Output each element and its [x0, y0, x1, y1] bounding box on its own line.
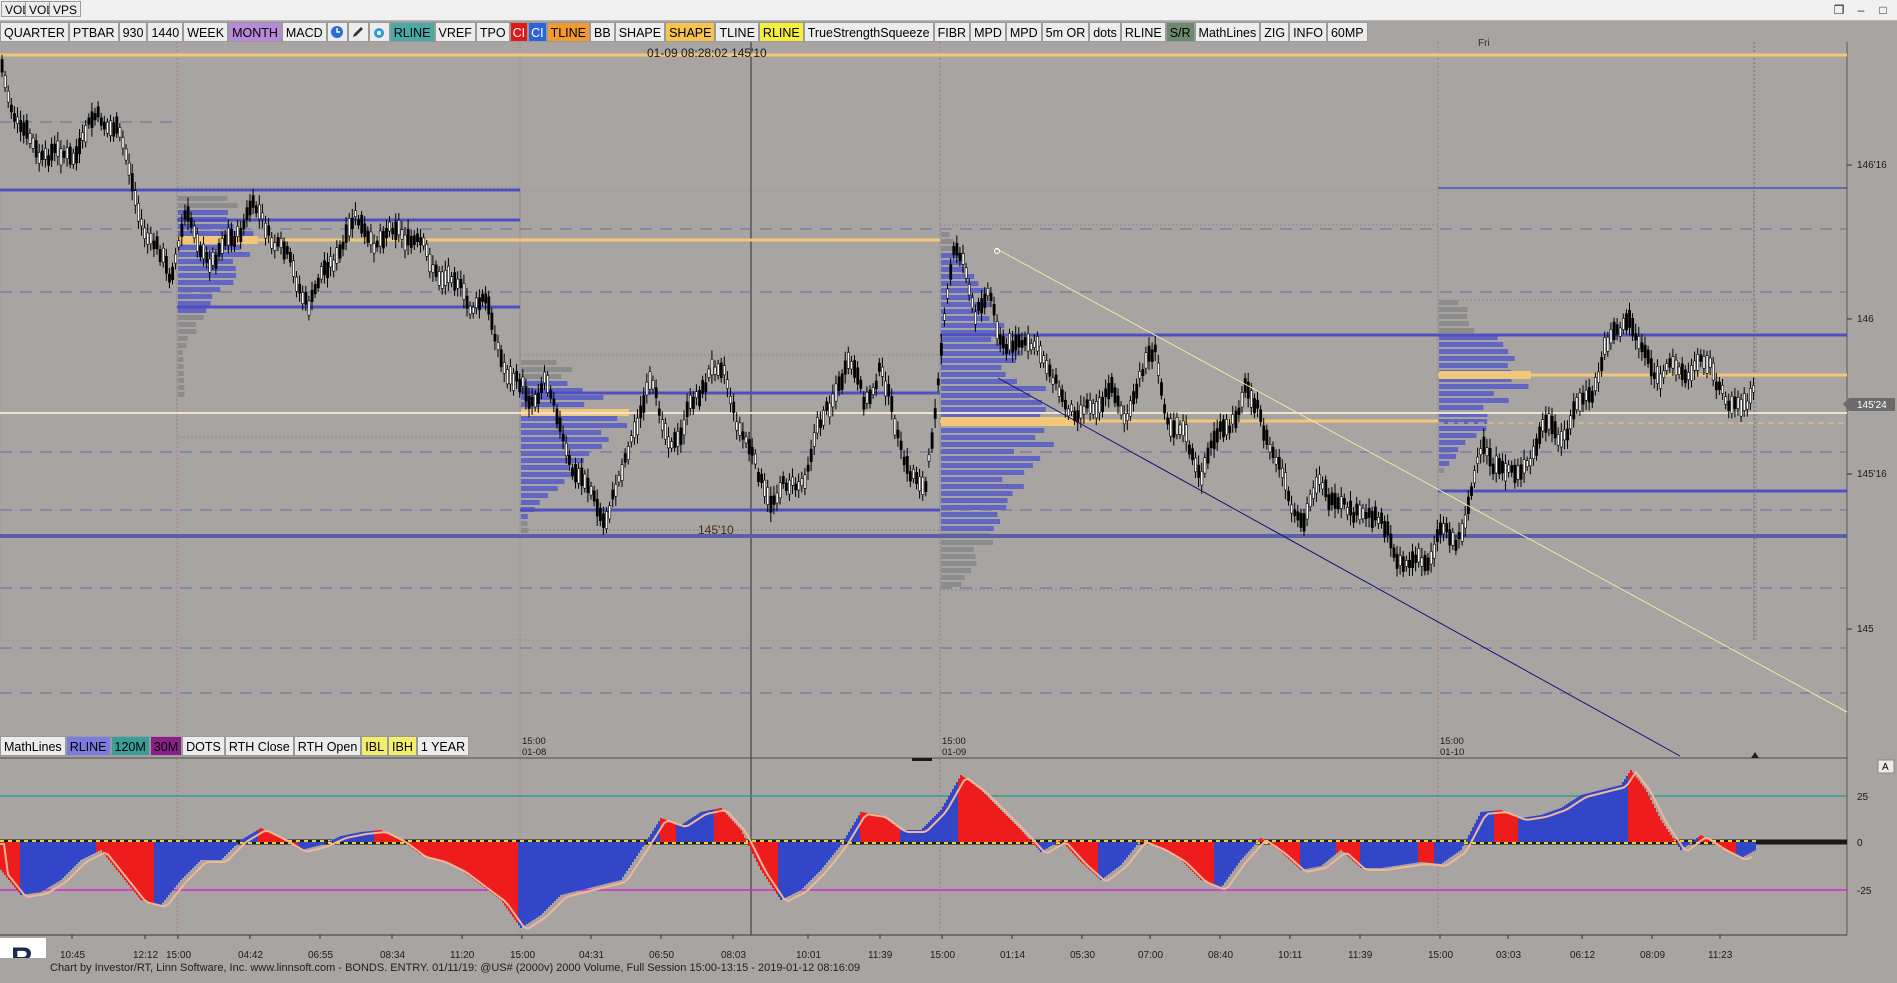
trading-app: VOL VOL VPS ❐ – □ QUARTERPTBAR9301440WEE… — [0, 0, 1897, 978]
session-date-label: 01-10 — [1440, 747, 1464, 758]
status-text: Chart by Investor/RT, Linn Software, Inc… — [50, 962, 860, 974]
session-time-label: 15:00 — [942, 736, 966, 747]
price-axis-label: 145 — [1857, 624, 1874, 635]
osc-axis-label: 25 — [1857, 792, 1869, 803]
price-chart[interactable]: A250-25 146'16146145'16145145'2410:4512:… — [0, 0, 1897, 978]
session-time-label: 15:00 — [522, 736, 546, 747]
osc-axis-label: -25 — [1857, 886, 1872, 897]
session-date-label: 01-09 — [942, 747, 966, 758]
toolbar2-dots-button[interactable]: DOTS — [182, 736, 225, 756]
toolbar2-rth-open-button[interactable]: RTH Open — [294, 736, 362, 756]
toolbar2-30m-button[interactable]: 30M — [150, 736, 182, 756]
toolbar2-mathlines-button[interactable]: MathLines — [0, 736, 66, 756]
session-date-label: 01-08 — [522, 747, 546, 758]
toolbar2-rth-close-button[interactable]: RTH Close — [225, 736, 294, 756]
status-bar: Chart by Investor/RT, Linn Software, Inc… — [0, 958, 1897, 978]
chart-toolbar: MathLinesRLINE120M30MDOTSRTH CloseRTH Op… — [0, 736, 469, 756]
crosshair-readout: 01-09 08:28:02 145'10 — [647, 46, 767, 60]
panel-label: A — [1882, 762, 1889, 773]
price-axis-label: 146'16 — [1857, 160, 1887, 171]
session-time-label: 15:00 — [1440, 736, 1464, 747]
current-price-tag: 145'24 — [1857, 400, 1887, 411]
toolbar2-rline-button[interactable]: RLINE — [66, 736, 111, 756]
toolbar2-1-year-button[interactable]: 1 YEAR — [417, 736, 469, 756]
price-axis-label: 146 — [1857, 314, 1874, 325]
toolbar2-120m-button[interactable]: 120M — [111, 736, 150, 756]
day-label: Fri — [1478, 38, 1490, 49]
toolbar2-ibh-button[interactable]: IBH — [388, 736, 417, 756]
crosshair-price-label: 145'10 — [698, 523, 734, 537]
price-axis-label: 145'16 — [1857, 469, 1887, 480]
osc-axis-label: 0 — [1857, 838, 1863, 849]
toolbar2-ibl-button[interactable]: IBL — [361, 736, 388, 756]
